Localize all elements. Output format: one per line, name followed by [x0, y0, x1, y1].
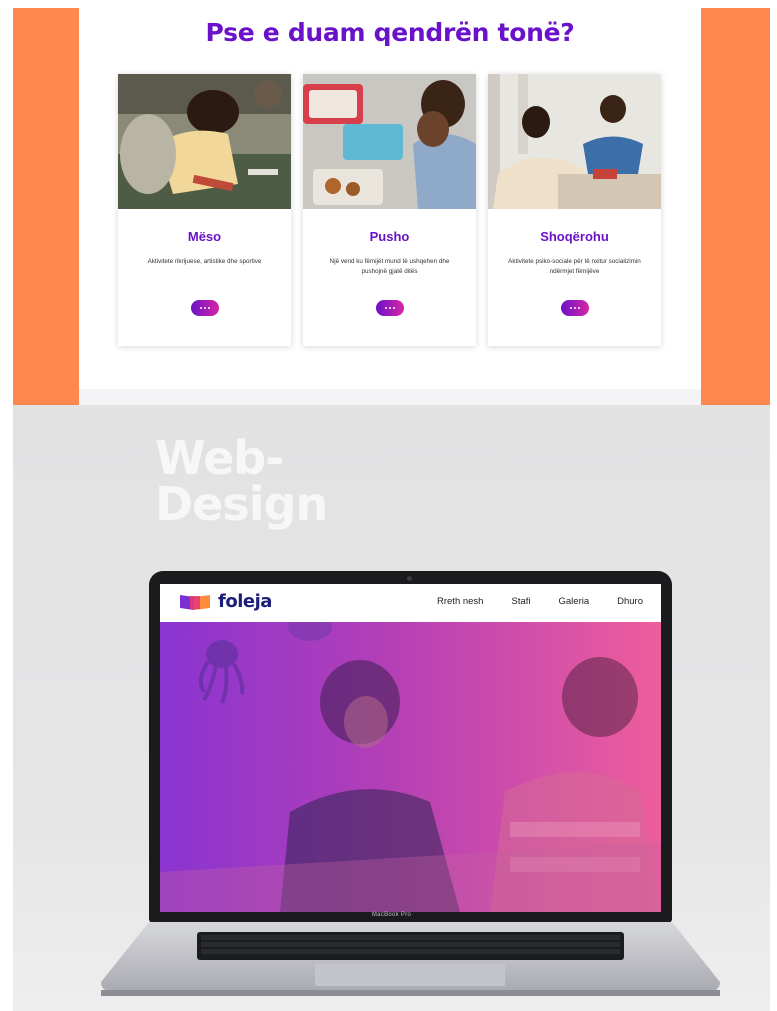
ellipsis-icon[interactable] — [191, 300, 219, 316]
laptop-base — [101, 922, 720, 996]
card-shoqerohu[interactable]: Shoqërohu Aktivitete psiko-sociale për t… — [488, 74, 661, 346]
site-nav: Rreth nesh Stafi Galeria Dhuro — [437, 596, 643, 607]
camera-icon — [407, 576, 412, 581]
card-description: Një vend ku fëmijët mund të ushqehen dhe… — [329, 258, 450, 275]
card-photo-drawing — [118, 74, 291, 209]
logo-icon — [180, 595, 210, 610]
card-title: Shoqërohu — [540, 229, 609, 244]
site-logo[interactable]: foleja — [218, 591, 272, 612]
card-photo-lunch — [303, 74, 476, 209]
hero-image — [160, 622, 661, 912]
ellipsis-icon[interactable] — [376, 300, 404, 316]
heading-line-2: Design — [155, 477, 328, 531]
site-header: foleja Rreth nesh Stafi Galeria Dhuro — [160, 584, 661, 622]
orange-frame: Pse e duam qendrën tonë? Mëso Aktivitete… — [13, 8, 770, 405]
ellipsis-icon[interactable] — [561, 300, 589, 316]
laptop-label: MacBook Pro — [371, 912, 412, 918]
feature-cards: Mëso Aktivitete rikrijuese, artistike dh… — [118, 74, 663, 346]
card-pusho[interactable]: Pusho Një vend ku fëmijët mund të ushqeh… — [303, 74, 476, 346]
section-why-us: Pse e duam qendrën tonë? Mëso Aktivitete… — [79, 8, 701, 405]
nav-item-staff[interactable]: Stafi — [511, 596, 530, 607]
heading-line-1: Web- — [155, 431, 284, 485]
card-description: Aktivitete psiko-sociale për të nxitur s… — [508, 258, 641, 275]
showcase-panel: Web- Design foleja Rreth nesh Stafi Gale… — [13, 405, 770, 1011]
showcase-heading: Web- Design — [155, 431, 328, 531]
laptop-screen: foleja Rreth nesh Stafi Galeria Dhuro — [160, 584, 661, 912]
section-bottom-strip — [79, 389, 701, 405]
card-title: Pusho — [369, 229, 410, 244]
section-title: Pse e duam qendrën tonë? — [205, 18, 575, 47]
card-title: Mëso — [187, 229, 222, 244]
nav-item-about[interactable]: Rreth nesh — [437, 596, 483, 607]
nav-item-gallery[interactable]: Galeria — [559, 596, 590, 607]
laptop-lid: foleja Rreth nesh Stafi Galeria Dhuro — [149, 571, 672, 923]
octopus-icon — [198, 640, 245, 704]
card-meso[interactable]: Mëso Aktivitete rikrijuese, artistike dh… — [118, 74, 291, 346]
nav-item-donate[interactable]: Dhuro — [617, 596, 643, 607]
card-description: Aktivitete rikrijuese, artistike dhe spo… — [147, 258, 262, 265]
card-photo-friends — [488, 74, 661, 209]
